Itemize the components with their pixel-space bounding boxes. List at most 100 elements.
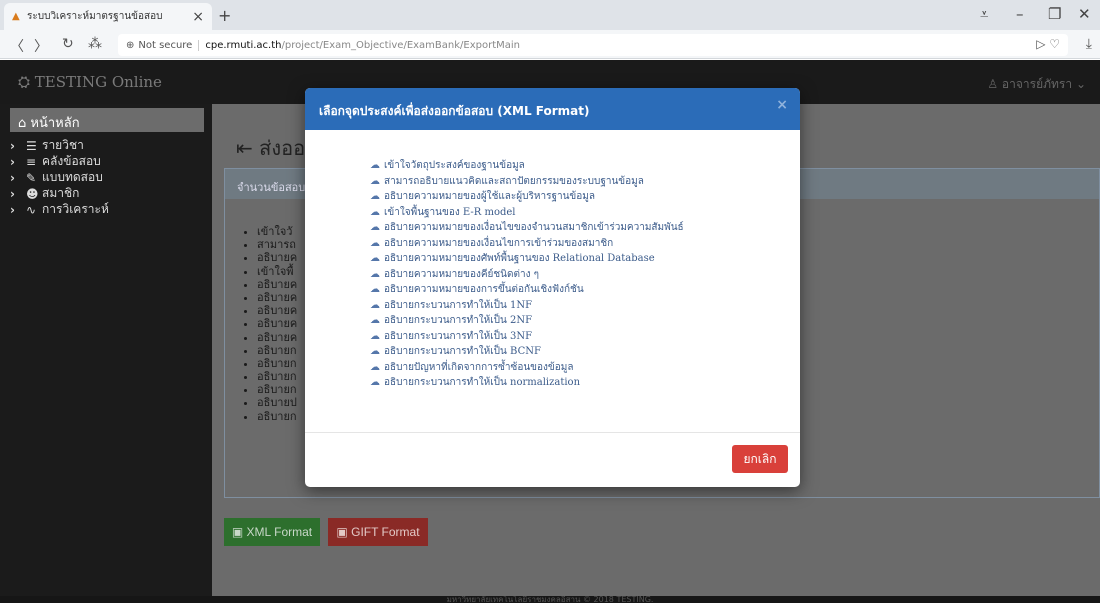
objective-label: อธิบายกระบวนการทำให้เป็น 1NF [384, 299, 533, 311]
panel-list-item: สามารถ [257, 238, 297, 251]
objective-item[interactable]: ☁ อธิบายความหมายของการขึ้นต่อกันเชิงฟังก์… [370, 282, 684, 298]
panel-list-item: อธิบายก [257, 357, 297, 370]
objective-item[interactable]: ☁ อธิบายความหมายของเงื่อนไขของจำนวนสมาชิก… [370, 220, 684, 236]
cloud-download-icon: ☁ [370, 299, 380, 311]
panel-list-item: อธิบายก [257, 370, 297, 383]
url-field[interactable]: ⊕ Not secure cpe.rmuti.ac.th /project/Ex… [118, 34, 1068, 56]
modal-title: เลือกจุดประสงค์เพื่อส่งออกข้อสอบ (XML Fo… [319, 104, 590, 118]
globe-icon: ⊕ [126, 39, 135, 51]
panel-list-item: เข้าใจวั [257, 225, 297, 238]
panel-list-item: เข้าใจพื้ [257, 265, 297, 278]
file-icon: ▣ [336, 525, 348, 539]
page-title: ⇤ ส่งออ [236, 132, 305, 164]
cloud-download-icon: ☁ [370, 315, 380, 326]
chevron-right-icon: › [10, 202, 15, 217]
gift-format-button[interactable]: ▣ GIFT Format [328, 518, 428, 546]
pencil-icon: ✎ [26, 170, 37, 185]
tab-search-icon[interactable]: ⩡ [980, 5, 988, 23]
page-title-text: ส่งออ [259, 136, 306, 160]
close-window-icon[interactable]: ✕ [1078, 5, 1091, 23]
panel-list-item: อธิบายค [257, 278, 297, 291]
panel-objective-list: เข้าใจวัสามารถอธิบายคเข้าใจพื้อธิบายคอธิ… [257, 225, 297, 423]
cancel-button[interactable]: ยกเลิก [732, 445, 788, 473]
objective-label: อธิบายกระบวนการทำให้เป็น normalization [384, 377, 581, 388]
browser-tabbar: ▲ ระบบวิเคราะห์มาตรฐานข้อสอบ × + ⩡ – ❐ ✕ [0, 0, 1100, 30]
cloud-download-icon: ☁ [370, 377, 380, 388]
objective-item[interactable]: ☁ เข้าใจพื้นฐานของ E-R model [370, 205, 684, 221]
chevron-right-icon: › [10, 186, 15, 201]
reload-icon[interactable]: ↻ [62, 36, 74, 52]
chevron-right-icon: › [10, 138, 15, 153]
cloud-download-icon: ☁ [370, 361, 380, 373]
back-icon[interactable]: 〈 [10, 36, 24, 56]
favorite-icon[interactable]: ▷ ♡ [1036, 37, 1060, 51]
cloud-download-icon: ☁ [370, 268, 380, 280]
tab-close-icon[interactable]: × [192, 9, 204, 25]
user-menu[interactable]: ♙ อาจารย์ภัทรา ⌄ [987, 75, 1086, 94]
objective-label: อธิบายความหมายของผู้ใช้และผู้บริหารฐานข้… [384, 191, 595, 202]
brand-label: TESTING Online [34, 73, 162, 91]
panel-list-item: อธิบายก [257, 344, 297, 357]
panel-list-item: อธิบายค [257, 251, 297, 264]
brand[interactable]: ⛭ TESTING Online [18, 73, 162, 91]
panel-list-item: อธิบายค [257, 331, 297, 344]
objective-label: สามารถอธิบายแนวคิดและสถาปัตยกรรมของระบบฐ… [384, 175, 644, 187]
browser-tab[interactable]: ▲ ระบบวิเคราะห์มาตรฐานข้อสอบ × [4, 3, 212, 30]
sidebar-item-label: การวิเคราะห์ [42, 202, 109, 216]
tab-title: ระบบวิเคราะห์มาตรฐานข้อสอบ [27, 11, 163, 22]
export-modal: เลือกจุดประสงค์เพื่อส่งออกข้อสอบ (XML Fo… [305, 88, 800, 487]
objective-item[interactable]: ☁ อธิบายความหมายของเงื่อนไขการเข้าร่วมของ… [370, 236, 684, 252]
panel-list-item: อธิบายก [257, 410, 297, 423]
objective-label: อธิบายกระบวนการทำให้เป็น 2NF [384, 315, 533, 326]
forward-icon[interactable]: 〉 [34, 36, 48, 56]
objective-item[interactable]: ☁ สามารถอธิบายแนวคิดและสถาปัตยกรรมของระบบ… [370, 174, 684, 190]
gift-button-label: GIFT Format [351, 525, 420, 539]
url-host: cpe.rmuti.ac.th [205, 39, 282, 51]
sidebar-home-label: หน้าหลัก [30, 116, 80, 131]
cloud-download-icon: ☁ [370, 191, 380, 202]
objective-item[interactable]: ☁ เข้าใจวัตถุประสงค์ของฐานข้อมูล [370, 158, 684, 174]
new-tab-icon[interactable]: + [218, 6, 231, 25]
chevron-right-icon: › [10, 170, 15, 185]
restore-icon[interactable]: ❐ [1048, 5, 1061, 23]
objective-item[interactable]: ☁ อธิบายความหมายของศัพท์พื้นฐานของ Relati… [370, 251, 684, 267]
cloud-download-icon: ☁ [370, 237, 380, 249]
cloud-download-icon: ☁ [370, 284, 380, 295]
objective-label: เข้าใจพื้นฐานของ E-R model [384, 206, 516, 218]
database-icon: ≡ [26, 154, 37, 169]
objective-item[interactable]: ☁ อธิบายความหมายของผู้ใช้และผู้บริหารฐานข… [370, 189, 684, 205]
close-icon[interactable]: × [776, 97, 788, 113]
objective-item[interactable]: ☁ อธิบายกระบวนการทำให้เป็น normalization [370, 375, 684, 391]
objective-item[interactable]: ☁ อธิบายปัญหาที่เกิดจากการซ้ำซ้อนของข้อมู… [370, 360, 684, 376]
sidebar: ⌂ หน้าหลัก › ☰ รายวิชา › ≡ คลังข้อสอบ › … [0, 104, 212, 603]
objective-label: อธิบายปัญหาที่เกิดจากการซ้ำซ้อนของข้อมูล [384, 361, 574, 373]
objective-list: ☁ เข้าใจวัตถุประสงค์ของฐานข้อมูล ☁ สามารถอธ… [370, 158, 684, 391]
site-favicon-icon: ▲ [12, 11, 20, 22]
apps-icon[interactable]: ⁂ [88, 36, 102, 52]
footer: มหาวิทยาลัยเทคโนโลยีราชมงคลอีสาน © 2018 … [0, 596, 1100, 603]
cloud-download-icon: ☁ [370, 253, 380, 264]
objective-item[interactable]: ☁ อธิบายกระบวนการทำให้เป็น 3NF [370, 329, 684, 345]
cloud-download-icon: ☁ [370, 175, 380, 187]
minimize-icon[interactable]: – [1016, 5, 1024, 23]
sidebar-item-analysis[interactable]: › ∿ การวิเคราะห์ [10, 200, 109, 219]
sidebar-item-home[interactable]: ⌂ หน้าหลัก [10, 108, 204, 132]
users-icon: ☻ [26, 186, 39, 201]
url-path: /project/Exam_Objective/ExamBank/ExportM… [281, 39, 521, 51]
objective-label: อธิบายความหมายของเงื่อนไขการเข้าร่วมของส… [384, 237, 614, 249]
not-secure-label: Not secure [138, 39, 200, 51]
objective-item[interactable]: ☁ อธิบายกระบวนการทำให้เป็น BCNF [370, 344, 684, 360]
download-icon[interactable]: ⤓ [1086, 36, 1092, 52]
line-chart-icon: ∿ [26, 202, 37, 217]
xml-format-button[interactable]: ▣ XML Format [224, 518, 320, 546]
chevron-right-icon: › [10, 154, 15, 169]
objective-item[interactable]: ☁ อธิบายกระบวนการทำให้เป็น 1NF [370, 298, 684, 314]
modal-header: เลือกจุดประสงค์เพื่อส่งออกข้อสอบ (XML Fo… [305, 88, 800, 130]
objective-item[interactable]: ☁ อธิบายกระบวนการทำให้เป็น 2NF [370, 313, 684, 329]
objective-label: อธิบายความหมายของการขึ้นต่อกันเชิงฟังก์ช… [384, 284, 584, 295]
export-icon: ⇤ [236, 136, 253, 160]
cloud-download-icon: ☁ [370, 222, 380, 233]
cloud-download-icon: ☁ [370, 330, 380, 342]
objective-item[interactable]: ☁ อธิบายความหมายของคีย์ชนิดต่าง ๆ [370, 267, 684, 283]
cloud-download-icon: ☁ [370, 206, 380, 218]
